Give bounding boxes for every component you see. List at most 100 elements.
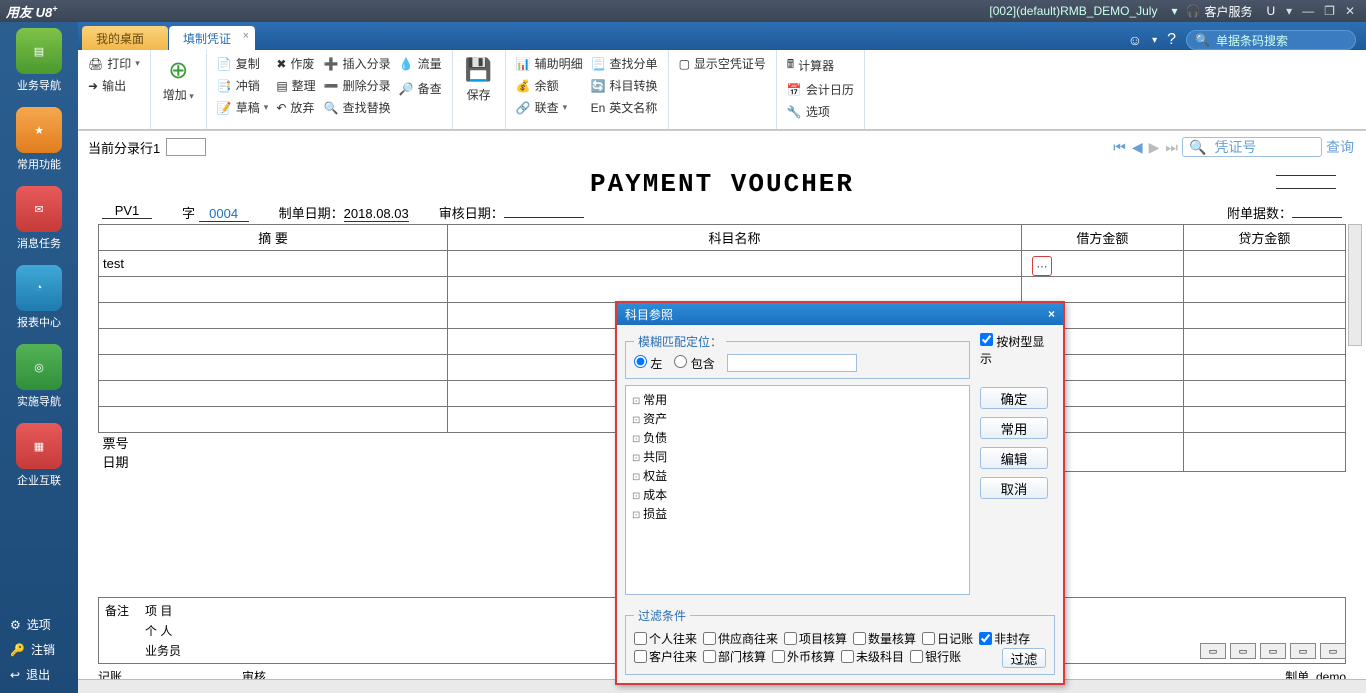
balance-button[interactable]: 💰 余额	[514, 76, 585, 95]
filter-4[interactable]: 日记账	[922, 630, 973, 647]
english-name-button[interactable]: En 英文名称	[589, 98, 660, 117]
logout-link[interactable]: 🔑注销	[0, 637, 78, 662]
nav-enterprise[interactable]: ▦企业互联	[9, 423, 69, 488]
account-lookup-button[interactable]: ⋯	[1032, 256, 1052, 276]
chevron-down-icon[interactable]: ▾	[1152, 35, 1157, 46]
tree-node[interactable]: 共同	[630, 447, 965, 466]
customer-service[interactable]: 🎧客户服务	[1186, 3, 1253, 20]
link-query-button[interactable]: 🔗 联查	[514, 98, 585, 117]
close-tab-icon[interactable]: ×	[243, 30, 249, 42]
radio-contain[interactable]: 包含	[674, 355, 714, 372]
filter-6[interactable]: 客户往来	[634, 648, 697, 665]
attach-count[interactable]	[1292, 217, 1342, 218]
cell[interactable]	[1021, 277, 1183, 303]
cell[interactable]	[99, 355, 448, 381]
cell[interactable]	[99, 407, 448, 433]
audit-button[interactable]: 🔎 备查	[397, 79, 444, 98]
tidy-button[interactable]: ▤ 整理	[274, 76, 317, 95]
entry-input[interactable]	[166, 138, 206, 156]
filter-1[interactable]: 供应商往来	[703, 630, 778, 647]
fuzzy-input[interactable]	[727, 354, 857, 372]
void-button[interactable]: ✖ 作废	[274, 54, 317, 73]
tree-node[interactable]: 资产	[630, 409, 965, 428]
cell[interactable]	[1183, 277, 1345, 303]
footer-icon[interactable]: ▭	[1260, 643, 1286, 659]
tree-node[interactable]: 权益	[630, 466, 965, 485]
filter-3[interactable]: 数量核算	[853, 630, 916, 647]
chevron-down-icon[interactable]: ▾	[1281, 4, 1297, 18]
cell[interactable]	[1183, 433, 1345, 472]
first-record-button[interactable]: ⏮	[1111, 139, 1128, 156]
nav-messages[interactable]: ✉消息任务	[9, 186, 69, 251]
cell[interactable]	[99, 381, 448, 407]
common-button[interactable]: 常用	[980, 417, 1048, 439]
cell[interactable]	[448, 277, 1022, 303]
voucher-search[interactable]: 🔍凭证号	[1182, 137, 1322, 157]
footer-icon[interactable]: ▭	[1320, 643, 1346, 659]
tree-node[interactable]: 损益	[630, 504, 965, 523]
restore-button[interactable]: ❐	[1319, 4, 1340, 18]
cell[interactable]	[99, 277, 448, 303]
next-record-button[interactable]: ▶	[1147, 139, 1162, 156]
aux-detail-button[interactable]: 📊 辅助明细	[514, 54, 585, 73]
reverse-button[interactable]: 📑 冲销	[215, 76, 271, 95]
cell[interactable]	[1183, 381, 1345, 407]
sales-field[interactable]: 业务员	[145, 642, 181, 659]
pv-type[interactable]: PV1	[102, 203, 152, 222]
nav-favorites[interactable]: ★常用功能	[9, 107, 69, 172]
cell[interactable]	[1183, 407, 1345, 433]
tree-node[interactable]: 常用	[630, 390, 965, 409]
save-button[interactable]: 💾保存	[461, 54, 497, 105]
copy-button[interactable]: 📄 复制	[215, 54, 271, 73]
voucher-number[interactable]: 0004	[199, 206, 249, 222]
cell-credit-1[interactable]	[1183, 251, 1345, 277]
account-tree[interactable]: 常用 资产 负债 共同 权益 成本 损益	[625, 385, 970, 595]
filter-10[interactable]: 银行账	[910, 648, 961, 665]
delete-row-button[interactable]: ➖ 删除分录	[322, 76, 393, 95]
print-button[interactable]: 🖨 打印	[86, 54, 142, 73]
abandon-button[interactable]: ↶ 放弃	[274, 98, 317, 117]
tab-voucher[interactable]: 填制凭证×	[169, 26, 255, 50]
make-date[interactable]: 2018.08.03	[344, 206, 409, 222]
filter-0[interactable]: 个人往来	[634, 630, 697, 647]
flow-button[interactable]: 💧 流量	[397, 54, 444, 73]
vertical-scrollbar[interactable]	[1348, 224, 1362, 346]
close-button[interactable]: ✕	[1340, 4, 1360, 18]
tree-node[interactable]: 负债	[630, 428, 965, 447]
project-field[interactable]: 项 目	[145, 602, 181, 619]
draft-button[interactable]: 📝 草稿	[215, 98, 271, 117]
cell[interactable]	[1183, 329, 1345, 355]
cell[interactable]	[99, 303, 448, 329]
cell-account-1[interactable]	[448, 251, 1022, 277]
filter-9[interactable]: 未级科目	[841, 648, 904, 665]
footer-icon[interactable]: ▭	[1230, 643, 1256, 659]
cancel-button[interactable]: 取消	[980, 477, 1048, 499]
footer-icon[interactable]: ▭	[1290, 643, 1316, 659]
add-button[interactable]: ⊕增加	[159, 54, 198, 105]
calculator-button[interactable]: 🖩 计算器	[785, 54, 856, 77]
radio-left[interactable]: 左	[634, 355, 662, 372]
dialog-close-button[interactable]: ×	[1048, 307, 1055, 321]
prev-record-button[interactable]: ◀	[1130, 139, 1145, 156]
exit-link[interactable]: ↩退出	[0, 662, 78, 687]
show-empty-button[interactable]: ▢ 显示空凭证号	[677, 54, 768, 73]
output-button[interactable]: ➜ 输出	[86, 76, 142, 95]
last-record-button[interactable]: ⏭	[1163, 139, 1180, 156]
options-button[interactable]: 🔧 选项	[785, 102, 856, 121]
cell[interactable]	[1183, 355, 1345, 381]
find-replace-button[interactable]: 🔍 查找替换	[322, 98, 393, 117]
u-menu[interactable]: U	[1266, 4, 1275, 18]
filter-8[interactable]: 外币核算	[772, 648, 835, 665]
tab-desktop[interactable]: 我的桌面	[82, 26, 168, 50]
query-link[interactable]: 查询	[1324, 137, 1356, 157]
barcode-search[interactable]: 🔍单据条码搜索	[1186, 30, 1356, 50]
insert-row-button[interactable]: ➕ 插入分录	[322, 54, 393, 73]
edit-button[interactable]: 编辑	[980, 447, 1048, 469]
tree-node[interactable]: 成本	[630, 485, 965, 504]
cell[interactable]	[99, 329, 448, 355]
cell[interactable]	[1183, 303, 1345, 329]
smile-icon[interactable]: ☺	[1128, 32, 1142, 48]
dialog-titlebar[interactable]: 科目参照 ×	[617, 303, 1063, 325]
tree-display-checkbox[interactable]: 按树型显示	[980, 333, 1055, 367]
chevron-down-icon[interactable]: ▾	[1171, 4, 1177, 18]
